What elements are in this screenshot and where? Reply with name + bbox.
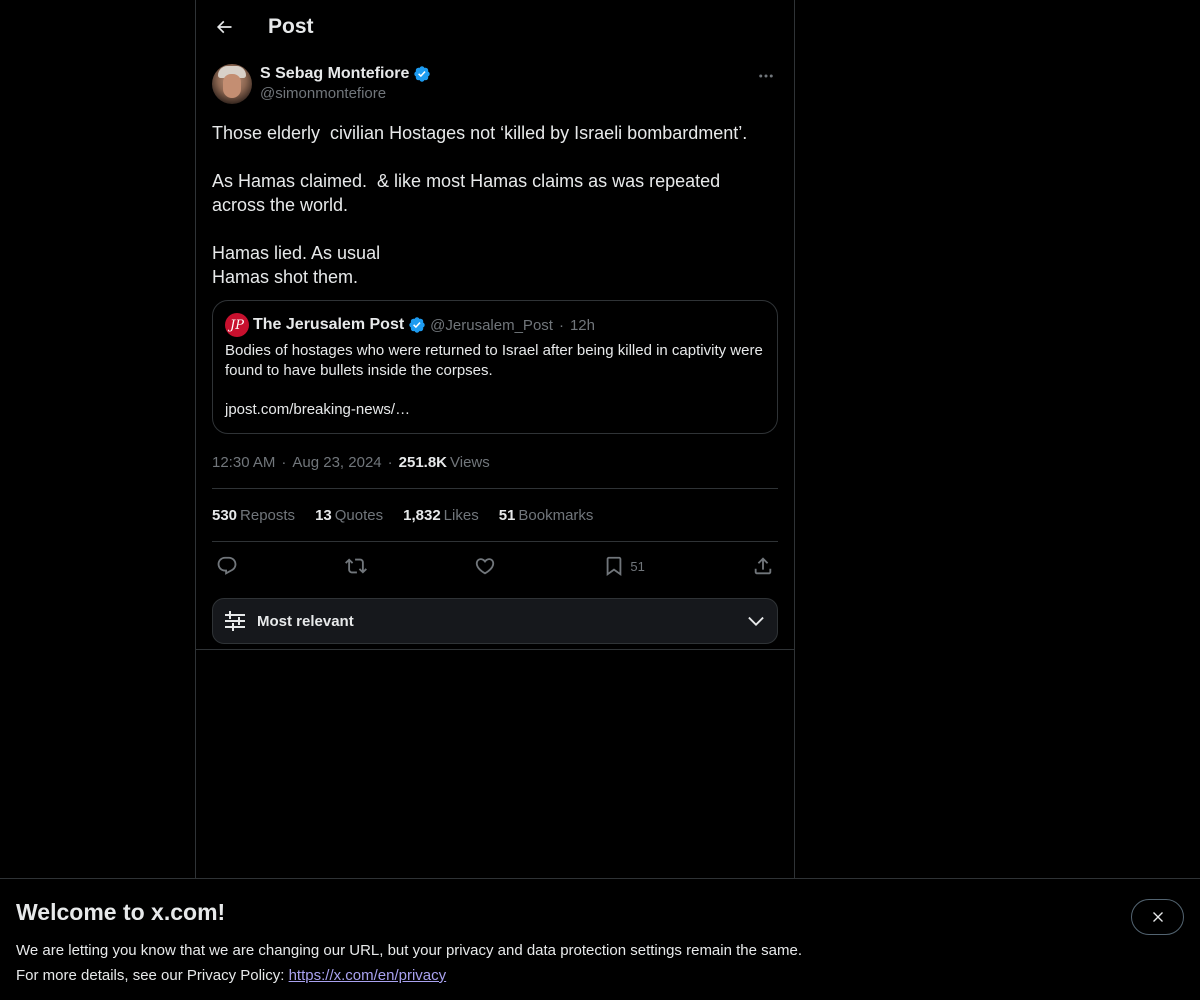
page-title: Post bbox=[268, 15, 314, 38]
reposts-stat[interactable]: 530 Reposts bbox=[212, 507, 295, 524]
quotes-label: Quotes bbox=[334, 506, 384, 524]
separator-dot: · bbox=[387, 453, 393, 471]
filter-sliders-icon bbox=[225, 611, 245, 631]
reposts-count: 530 bbox=[212, 506, 238, 524]
more-button[interactable] bbox=[754, 64, 778, 88]
chevron-down-icon bbox=[748, 616, 764, 626]
reply-button[interactable] bbox=[216, 555, 238, 577]
author-handle[interactable]: @simonmontefiore bbox=[260, 85, 431, 102]
quotes-count: 13 bbox=[315, 506, 332, 524]
banner-text: We are letting you know that we are chan… bbox=[16, 938, 1184, 988]
reply-icon bbox=[217, 556, 237, 575]
quote-author-name: The Jerusalem Post bbox=[253, 316, 405, 333]
post-text: Those elderly civilian Hostages not ‘kil… bbox=[212, 123, 748, 287]
quote-link[interactable]: jpost.com/breaking-news/… bbox=[225, 401, 765, 418]
separator-dot: · bbox=[558, 316, 564, 334]
quote-header: JP The Jerusalem Post @Jerusalem_Post · … bbox=[225, 313, 765, 337]
post-meta: 12:30 AM · Aug 23, 2024 · 251.8K Views bbox=[212, 452, 778, 472]
share-button[interactable] bbox=[752, 555, 774, 577]
reply-sort-dropdown[interactable]: Most relevant bbox=[212, 598, 778, 644]
likes-count: 1,832 bbox=[403, 506, 441, 524]
more-icon bbox=[759, 74, 773, 78]
quote-text: Bodies of hostages who were returned to … bbox=[225, 342, 763, 379]
like-icon bbox=[476, 558, 495, 575]
bookmark-icon bbox=[607, 556, 622, 577]
jp-logo-icon: JP bbox=[225, 313, 249, 337]
post-detail: S Sebag Montefiore @simonmontefiore Thos… bbox=[196, 64, 794, 644]
verified-badge-icon bbox=[414, 66, 431, 82]
banner-line-2: For more details, see our Privacy Policy… bbox=[16, 963, 1184, 988]
author-name[interactable]: S Sebag Montefiore bbox=[260, 65, 409, 83]
repost-button[interactable] bbox=[345, 555, 368, 577]
close-icon bbox=[1152, 912, 1163, 922]
views-label: Views bbox=[450, 453, 490, 471]
author-name-row: S Sebag Montefiore bbox=[260, 64, 431, 84]
author-row: S Sebag Montefiore @simonmontefiore bbox=[212, 64, 778, 106]
avatar[interactable] bbox=[212, 64, 252, 104]
bookmarks-stat[interactable]: 51 Bookmarks bbox=[499, 507, 594, 524]
reposts-label: Reposts bbox=[240, 506, 296, 524]
share-icon bbox=[754, 557, 772, 575]
action-bar: 51 bbox=[212, 542, 778, 590]
engagement-stats: 530 Reposts 13 Quotes 1,832 Likes 51 Bookmar… bbox=[212, 489, 778, 541]
close-button[interactable] bbox=[1131, 899, 1184, 935]
like-button[interactable] bbox=[474, 555, 496, 577]
sort-label: Most relevant bbox=[257, 612, 354, 630]
views-count: 251.8K bbox=[398, 453, 448, 471]
repost-icon bbox=[345, 558, 368, 574]
author-meta: S Sebag Montefiore @simonmontefiore bbox=[260, 64, 431, 102]
quote-author-handle: @Jerusalem_Post bbox=[430, 316, 553, 334]
privacy-policy-link[interactable]: https://x.com/en/privacy bbox=[289, 967, 447, 984]
banner-line-2-prefix: For more details, see our Privacy Policy… bbox=[16, 967, 289, 984]
post-column: Post S Sebag Montefiore @simonmontefiore bbox=[195, 0, 795, 878]
likes-label: Likes bbox=[443, 506, 479, 524]
welcome-banner: Welcome to x.com! We are letting you kno… bbox=[0, 878, 1200, 1000]
likes-stat[interactable]: 1,832 Likes bbox=[403, 507, 479, 524]
back-button[interactable] bbox=[212, 15, 236, 39]
post-time[interactable]: 12:30 AM bbox=[212, 454, 275, 471]
quotes-stat[interactable]: 13 Quotes bbox=[315, 507, 383, 524]
back-arrow-icon bbox=[216, 20, 232, 34]
banner-title: Welcome to x.com! bbox=[16, 899, 226, 925]
verified-badge-icon bbox=[409, 317, 425, 333]
quoted-post[interactable]: JP The Jerusalem Post @Jerusalem_Post · … bbox=[212, 300, 778, 434]
divider bbox=[196, 649, 794, 650]
quote-time: 12h bbox=[569, 316, 595, 334]
post-date[interactable]: Aug 23, 2024 bbox=[292, 454, 381, 471]
bookmarks-count: 51 bbox=[498, 506, 516, 524]
post-header: Post bbox=[196, 0, 794, 54]
bookmark-count: 51 bbox=[630, 558, 645, 574]
separator-dot: · bbox=[281, 453, 287, 471]
bookmark-button[interactable]: 51 bbox=[603, 555, 645, 577]
banner-line-1: We are letting you know that we are chan… bbox=[16, 942, 802, 959]
bookmarks-label: Bookmarks bbox=[518, 506, 594, 524]
